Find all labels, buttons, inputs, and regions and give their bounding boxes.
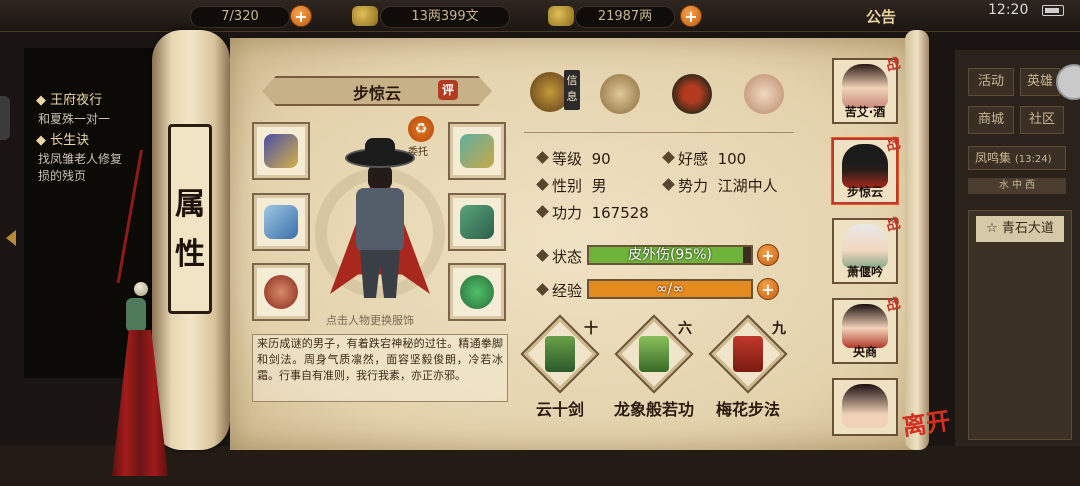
roster-name: 苦艾·酒: [844, 105, 886, 119]
roster-card-2[interactable]: 步惊云 战: [832, 135, 902, 204]
exp-bar: ∞/∞: [587, 279, 753, 299]
section-divider: [524, 132, 794, 133]
avatar: [842, 144, 888, 188]
skill-3-name: 梅花步法: [715, 400, 780, 419]
armor-item-icon: [460, 205, 494, 239]
status-text: 皮外伤(95%): [627, 247, 713, 263]
character-figure[interactable]: [356, 188, 404, 252]
coin-icon: [352, 6, 378, 26]
roster-card-5[interactable]: [832, 378, 898, 436]
jade-item-icon: [460, 275, 494, 309]
skill-book-icon: [639, 336, 669, 372]
status-label: 状态: [552, 248, 583, 266]
meridian-figure-icon[interactable]: [744, 74, 784, 114]
activity-button[interactable]: 活动: [968, 68, 1014, 96]
gold-display: 21987两: [575, 6, 675, 28]
skill-2-level: 六: [678, 321, 692, 337]
status-bar: 皮外伤(95%): [587, 245, 753, 265]
bagua-icon[interactable]: [672, 74, 712, 114]
info-tab-label: 信息: [564, 70, 580, 110]
exp-label: 经验: [552, 282, 583, 300]
fengming-button[interactable]: 凤鸣集 (13:24): [968, 146, 1066, 170]
add-exp-button[interactable]: +: [757, 278, 779, 300]
collapse-arrow-icon[interactable]: [6, 230, 16, 246]
side-drawer-handle[interactable]: [0, 96, 10, 140]
equip-slot-weapon[interactable]: [252, 193, 310, 251]
direction-bar: 水 中 西: [968, 178, 1066, 194]
equip-slot-ring[interactable]: [252, 263, 310, 321]
hat-crown: [365, 138, 395, 156]
equip-slot-hat[interactable]: [252, 122, 310, 180]
avatar: [842, 64, 888, 108]
character-face: [368, 166, 392, 188]
quest-desc-2-cont: 损的残页: [38, 169, 87, 183]
equip-slot-armor[interactable]: [448, 193, 506, 251]
tassel-knot: [126, 298, 146, 332]
add-gold-button[interactable]: +: [680, 5, 702, 27]
gold-ingot-icon: [548, 6, 574, 26]
shop-button[interactable]: 商城: [968, 106, 1014, 134]
favor-value: 100: [717, 150, 747, 168]
avatar: [842, 224, 888, 268]
character-description: 来历成谜的男子，有着跌宕神秘的过往。精通拳脚和剑法。周身气质凛然，面容坚毅俊朗，…: [252, 334, 508, 402]
stamina-display: 7/320: [190, 6, 290, 28]
leave-button[interactable]: 离开: [900, 401, 952, 442]
avatar: [842, 304, 888, 348]
equip-slot-accessory[interactable]: [448, 263, 506, 321]
level-value: 90: [591, 150, 611, 168]
skill-3-level: 九: [772, 321, 786, 337]
notice-button[interactable]: 公告: [866, 6, 896, 27]
sword-item-icon: [264, 205, 298, 239]
roster-card-3[interactable]: 萧偃吟 战: [832, 215, 902, 284]
quest-desc-1: 和夏殊一对一: [38, 112, 111, 126]
rate-button[interactable]: 评: [438, 80, 458, 100]
power-value: 167528: [591, 204, 649, 222]
gender-row: 性别 男: [552, 177, 607, 195]
red-book-icon: [733, 336, 763, 372]
change-outfit-hint: 点击人物更换服饰: [326, 314, 414, 327]
jade-bead-icon: [134, 282, 148, 296]
favor-row: 好感 100: [678, 150, 747, 168]
equip-slot-belt[interactable]: [448, 122, 506, 180]
scroll-title: 属 性: [175, 187, 205, 272]
belt-item-icon: [460, 134, 494, 168]
add-stamina-button[interactable]: +: [290, 5, 312, 27]
map-scroll-icon[interactable]: [600, 74, 640, 114]
skill-1-level: 十: [584, 321, 598, 337]
roster-card-1[interactable]: 苦艾·酒 战: [832, 55, 902, 124]
location-tab[interactable]: ☆ 青石大道: [976, 216, 1064, 242]
community-button[interactable]: 社区: [1020, 106, 1064, 134]
exp-text: ∞/∞: [655, 281, 685, 297]
level-row: 等级 90: [552, 150, 611, 168]
hat-item-icon: [264, 134, 298, 168]
roster-name: 步惊云: [846, 185, 883, 199]
skill-scroll-icon: [545, 336, 575, 372]
roster-name: 央商: [852, 345, 877, 359]
gender-value: 男: [591, 177, 607, 195]
ring-item-icon: [264, 275, 298, 309]
quest-title-1[interactable]: ◆ 王府夜行: [36, 92, 102, 110]
roster-card-4[interactable]: 央商 战: [832, 295, 902, 364]
top-resource-bar: 7/320 + 13两399文 21987两 + 公告 12:20: [0, 0, 1080, 32]
heal-button[interactable]: +: [757, 244, 779, 266]
power-row: 功力 167528: [552, 204, 649, 222]
commission-icon[interactable]: ♻: [408, 116, 434, 142]
money-display: 13两399文: [380, 6, 510, 28]
roster-name: 萧偃吟: [846, 265, 883, 279]
system-clock: 12:20: [988, 2, 1029, 18]
quest-title-2[interactable]: ◆ 长生诀: [36, 132, 89, 150]
faction-row: 势力 江湖中人: [678, 177, 778, 195]
scroll-edge-right: [905, 30, 929, 450]
hero-button[interactable]: 英雄: [1020, 68, 1060, 96]
faction-value: 江湖中人: [717, 177, 778, 195]
avatar: [842, 384, 888, 428]
battery-icon: [1042, 5, 1064, 16]
location-panel: [968, 210, 1072, 440]
